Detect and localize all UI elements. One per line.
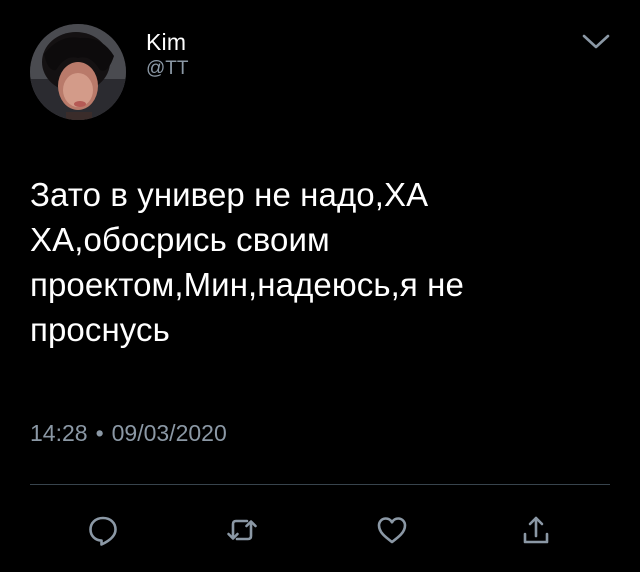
user-handle[interactable]: @TT (146, 57, 189, 81)
divider (30, 484, 610, 485)
tweet-text: Зато в универ не надо,ХА ХА,обосрись сво… (30, 176, 464, 348)
tweet-timestamp[interactable]: 14:28 • 09/03/2020 (30, 418, 227, 448)
meta-separator: • (95, 420, 104, 446)
reply-icon (89, 516, 117, 546)
like-icon (377, 517, 407, 544)
share-button[interactable] (514, 508, 558, 552)
reply-button[interactable] (81, 508, 125, 552)
user-block: Kim @TT (146, 28, 189, 81)
avatar-image (30, 24, 126, 120)
share-icon (523, 516, 549, 544)
tweet-time: 14:28 (30, 420, 88, 446)
like-button[interactable] (370, 508, 414, 552)
avatar[interactable] (30, 24, 126, 120)
action-bar (0, 500, 640, 556)
retweet-icon (227, 519, 257, 541)
display-name[interactable]: Kim (146, 28, 189, 56)
tweet-card: Kim @TT Зато в универ не надо,ХА ХА,обос… (0, 0, 640, 572)
chevron-down-icon[interactable] (580, 28, 612, 56)
tweet-date: 09/03/2020 (111, 420, 227, 446)
retweet-button[interactable] (220, 508, 264, 552)
